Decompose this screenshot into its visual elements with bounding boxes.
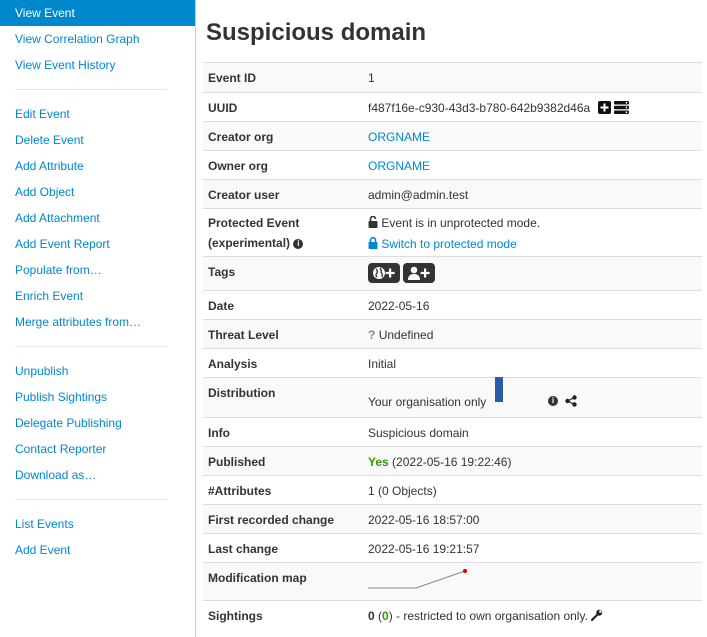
label-uuid: UUID [203, 92, 363, 122]
table-row: Distribution Your organisation only i [203, 377, 702, 418]
sidebar-item-view-correlation-graph[interactable]: View Correlation Graph [0, 26, 195, 52]
sidebar-item-merge-attributes[interactable]: Merge attributes from… [0, 309, 195, 335]
label-last-change: Last change [203, 533, 363, 563]
table-row: Info Suspicious domain [203, 417, 702, 447]
label-creator-org: Creator org [203, 121, 363, 151]
modification-map-sparkline [368, 569, 467, 589]
table-row: Event ID 1 [203, 62, 702, 93]
value-creator-user: admin@admin.test [363, 179, 702, 209]
wrench-icon[interactable] [591, 609, 603, 624]
plus-square-icon[interactable] [597, 101, 611, 117]
sidebar-item-contact-reporter[interactable]: Contact Reporter [0, 436, 195, 462]
table-row: Date 2022-05-16 [203, 290, 702, 320]
sidebar-item-add-attribute[interactable]: Add Attribute [0, 153, 195, 179]
value-event-id: 1 [363, 62, 702, 93]
table-row: First recorded change 2022-05-16 18:57:0… [203, 504, 702, 534]
value-date: 2022-05-16 [363, 290, 702, 320]
table-row: Analysis Initial [203, 348, 702, 378]
info-icon[interactable]: i [293, 238, 304, 249]
share-icon[interactable] [565, 395, 577, 410]
value-first-change: 2022-05-16 18:57:00 [363, 504, 702, 534]
published-yes: Yes [368, 455, 389, 469]
value-last-change: 2022-05-16 19:21:57 [363, 533, 702, 563]
table-row: Creator user admin@admin.test [203, 179, 702, 209]
label-first-change: First recorded change [203, 504, 363, 534]
switch-protected-mode-link[interactable]: Switch to protected mode [381, 237, 516, 251]
table-row: Creator org ORGNAME [203, 121, 702, 151]
creator-org-link[interactable]: ORGNAME [368, 130, 430, 144]
owner-org-link[interactable]: ORGNAME [368, 159, 430, 173]
server-icon[interactable] [613, 101, 629, 117]
user-plus-icon[interactable] [403, 263, 435, 283]
info-icon[interactable]: i [548, 396, 558, 406]
sidebar-divider [15, 346, 167, 347]
label-mod-map: Modification map [203, 562, 363, 601]
sidebar-item-view-event[interactable]: View Event [0, 0, 195, 26]
sidebar-item-enrich-event[interactable]: Enrich Event [0, 283, 195, 309]
value-attributes: 1 (0 Objects) [363, 475, 702, 505]
label-analysis: Analysis [203, 348, 363, 378]
protected-status-text: Event is in unprotected mode. [381, 216, 541, 230]
value-threat-level: Undefined [378, 328, 434, 342]
sidebar-divider [15, 499, 167, 500]
label-attributes: #Attributes [203, 475, 363, 505]
table-row: Protected Event (experimental) i Event i… [203, 208, 702, 257]
label-sightings: Sightings [203, 600, 363, 632]
sightings-open: ( [374, 609, 383, 623]
event-meta-table: Event ID 1 UUID f487f16e-c930-43d3-b780-… [203, 62, 702, 632]
sidebar-item-view-event-history[interactable]: View Event History [0, 52, 195, 78]
table-row: Tags [203, 256, 702, 291]
table-row: UUID f487f16e-c930-43d3-b780-642b9382d46… [203, 92, 702, 122]
label-protected-event: Protected Event [208, 216, 300, 230]
lock-icon [368, 235, 378, 255]
value-distribution: Your organisation only [368, 395, 487, 409]
sidebar-item-delegate-publishing[interactable]: Delegate Publishing [0, 410, 195, 436]
table-row: Owner org ORGNAME [203, 150, 702, 180]
sidebar-item-add-event-report[interactable]: Add Event Report [0, 231, 195, 257]
sidebar-item-unpublish[interactable]: Unpublish [0, 358, 195, 384]
sightings-restriction: ) - restricted to own organisation only. [388, 609, 588, 623]
label-tags: Tags [203, 256, 363, 291]
label-published: Published [203, 446, 363, 476]
table-row: Published Yes (2022-05-16 19:22:46) [203, 446, 702, 476]
globe-plus-icon[interactable] [368, 263, 400, 283]
label-info: Info [203, 417, 363, 447]
sightings-positive: 0 [382, 609, 389, 623]
sidebar-item-list-events[interactable]: List Events [0, 511, 195, 537]
sidebar-item-add-attachment[interactable]: Add Attachment [0, 205, 195, 231]
sidebar-item-publish-sightings[interactable]: Publish Sightings [0, 384, 195, 410]
sidebar-item-download-as[interactable]: Download as… [0, 462, 195, 488]
sidebar: View Event View Correlation Graph View E… [0, 0, 196, 637]
sidebar-item-edit-event[interactable]: Edit Event [0, 101, 195, 127]
value-analysis: Initial [363, 348, 702, 378]
table-row: #Attributes 1 (0 Objects) [203, 475, 702, 505]
table-row: Sightings 0 (0) - restricted to own orga… [203, 600, 702, 632]
table-row: Modification map [203, 562, 702, 601]
label-event-id: Event ID [203, 62, 363, 93]
unlock-icon [368, 214, 378, 234]
label-creator-user: Creator user [203, 179, 363, 209]
label-threat-level: Threat Level [203, 319, 363, 349]
page-title: Suspicious domain [206, 19, 427, 46]
sidebar-item-add-event[interactable]: Add Event [0, 537, 195, 563]
sidebar-divider [15, 89, 167, 90]
label-date: Date [203, 290, 363, 320]
sidebar-item-delete-event[interactable]: Delete Event [0, 127, 195, 153]
table-row: Last change 2022-05-16 19:21:57 [203, 533, 702, 563]
value-uuid: f487f16e-c930-43d3-b780-642b9382d46a [368, 101, 591, 116]
label-owner-org: Owner org [203, 150, 363, 180]
sidebar-item-populate-from[interactable]: Populate from… [0, 257, 195, 283]
sidebar-item-add-object[interactable]: Add Object [0, 179, 195, 205]
sightings-count: 0 [368, 609, 375, 623]
value-info: Suspicious domain [363, 417, 702, 447]
label-distribution: Distribution [203, 377, 363, 418]
table-row: Threat Level ? Undefined [203, 319, 702, 349]
distribution-bar [495, 377, 503, 402]
question-icon: ? [368, 328, 376, 342]
label-protected-experimental: (experimental) [208, 236, 291, 250]
published-date: (2022-05-16 19:22:46) [392, 455, 512, 469]
